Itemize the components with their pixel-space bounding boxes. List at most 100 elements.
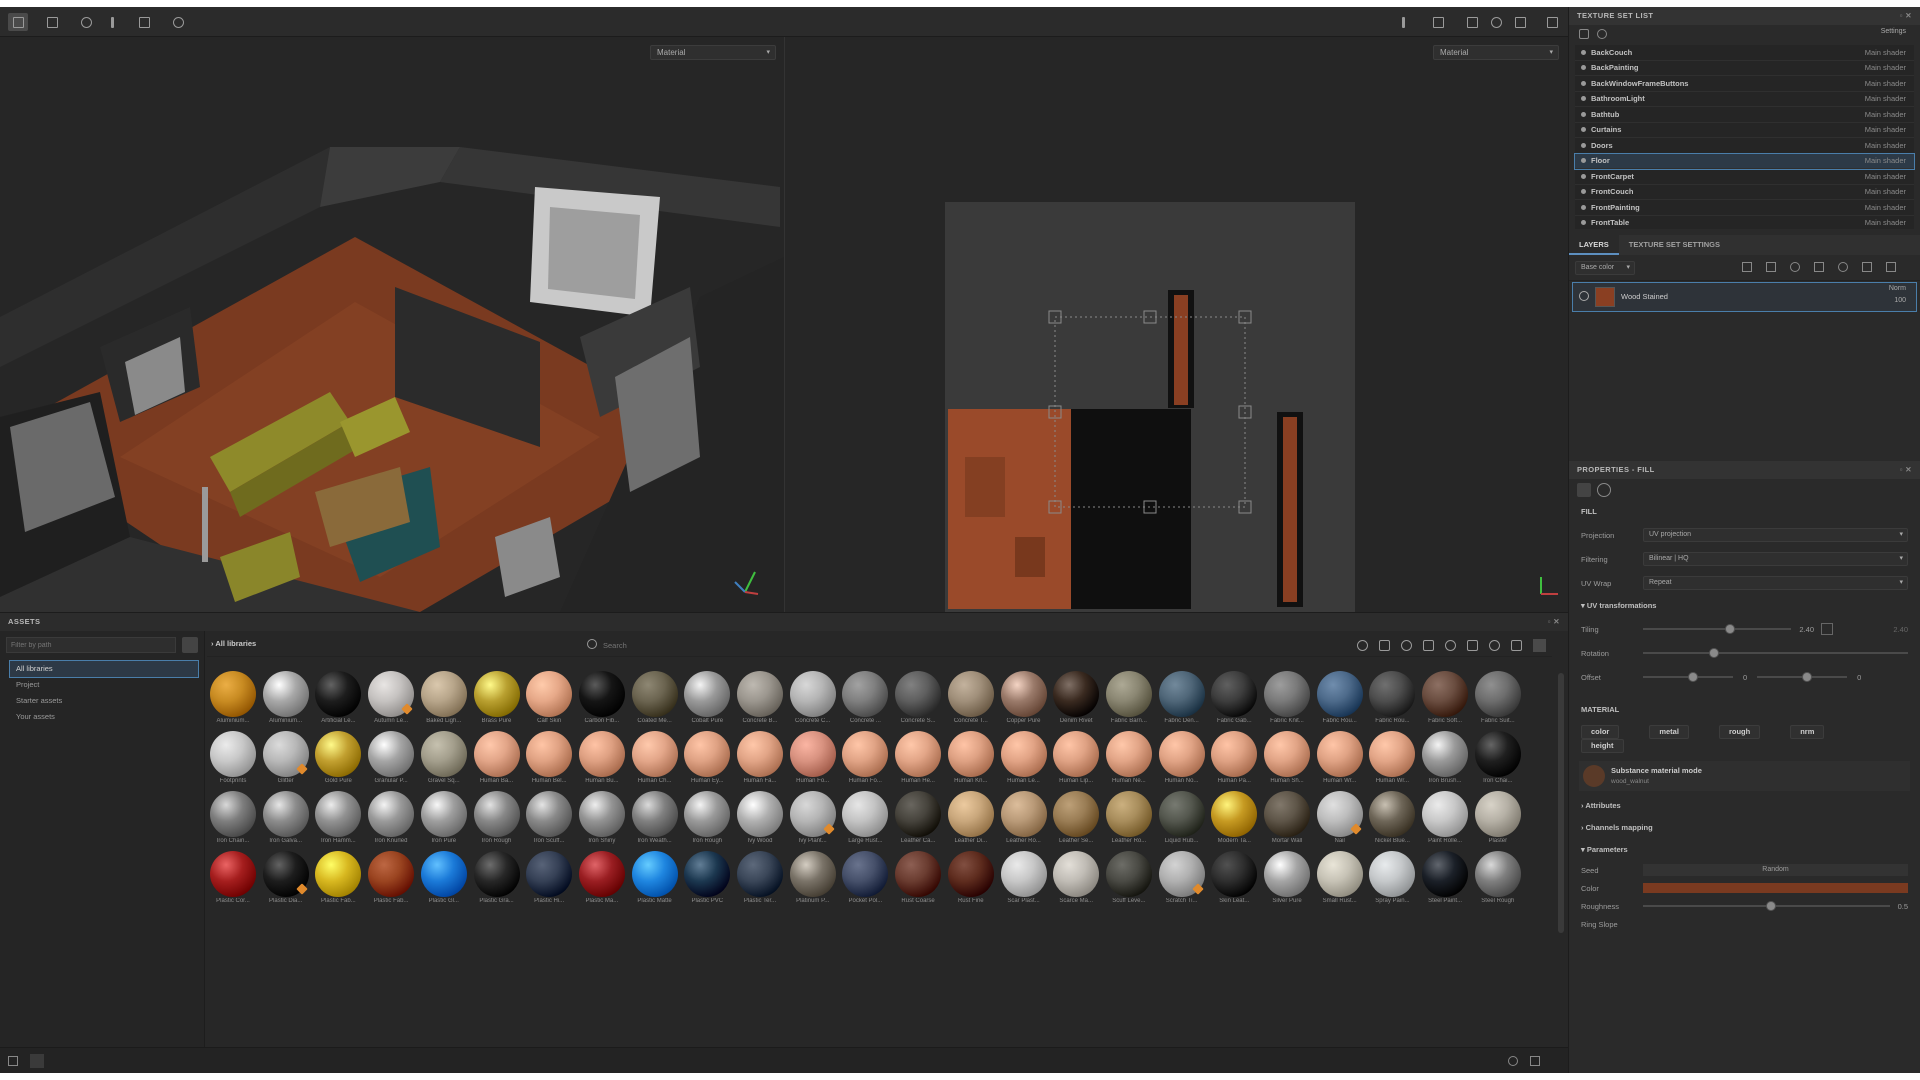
visibility-icon[interactable] [1581, 204, 1586, 210]
asset-thumbnail[interactable]: Liquid Rub... [1156, 789, 1208, 849]
asset-thumbnail[interactable]: Iron Knurled [365, 789, 417, 849]
asset-thumbnail[interactable]: Human Sh... [1261, 729, 1313, 789]
texture-set-shader[interactable]: Main shader [1865, 156, 1906, 165]
asset-thumbnail[interactable]: Rust Fine [945, 849, 997, 909]
asset-thumbnail[interactable]: Aluminium... [260, 669, 312, 729]
library-item[interactable]: Starter assets [0, 693, 204, 709]
asset-thumbnail[interactable]: Spray Pain... [1366, 849, 1418, 909]
color-swatch[interactable] [1643, 883, 1908, 893]
visibility-icon[interactable] [1581, 158, 1586, 164]
texture-set-shader[interactable]: Main shader [1865, 63, 1906, 72]
layer-wood-stained[interactable]: Wood Stained Norm 100 [1572, 282, 1917, 312]
panel-close-icon[interactable]: ▫ ✕ [1900, 7, 1912, 25]
notification-icon[interactable] [1530, 1056, 1540, 1066]
asset-thumbnail[interactable]: Plastic Hi... [523, 849, 575, 909]
asset-thumbnail[interactable]: Plastic Ter... [734, 849, 786, 909]
substance-material-slot[interactable]: Substance material mode wood_walnut [1579, 761, 1910, 791]
channel-rough-button[interactable]: rough [1718, 725, 1761, 739]
filter-masks-icon[interactable] [1423, 640, 1434, 651]
export-icon[interactable] [134, 13, 154, 31]
tab-layers[interactable]: LAYERS [1569, 235, 1619, 255]
filter-input[interactable] [6, 637, 176, 653]
camera-icon[interactable] [76, 13, 96, 31]
asset-thumbnail[interactable]: Plastic Cor... [207, 849, 259, 909]
asset-thumbnail[interactable]: Steel Rough [1472, 849, 1524, 909]
asset-thumbnail[interactable]: Concrete C... [787, 669, 839, 729]
asset-thumbnail[interactable]: Human No... [1156, 729, 1208, 789]
panel-close-icon[interactable]: ▫ ✕ [1548, 613, 1560, 631]
filter-grid-icon[interactable] [1511, 640, 1522, 651]
add-folder-icon[interactable] [1862, 262, 1872, 272]
delete-layer-icon[interactable] [1886, 262, 1896, 272]
view-mode-icon[interactable] [1533, 639, 1546, 652]
channel-metal-button[interactable]: metal [1649, 725, 1689, 739]
asset-thumbnail[interactable]: Iron Chain... [207, 789, 259, 849]
tiling-value[interactable]: 2.40 [1799, 625, 1817, 634]
asset-thumbnail[interactable]: Human Lip... [1050, 729, 1102, 789]
visibility-icon[interactable] [1581, 80, 1586, 86]
texture-set-row[interactable]: FrontPainting Main shader [1575, 200, 1914, 216]
filter-materials-icon[interactable] [1357, 640, 1368, 651]
texture-set-row[interactable]: Doors Main shader [1575, 138, 1914, 154]
asset-thumbnail[interactable]: Aluminium... [207, 669, 259, 729]
eye-icon[interactable] [1579, 291, 1589, 301]
asset-thumbnail[interactable]: Paint Rolle... [1419, 789, 1471, 849]
texture-set-row[interactable]: BackPainting Main shader [1575, 60, 1914, 76]
property-select[interactable]: UV projection ▾ [1643, 528, 1908, 542]
asset-thumbnail[interactable]: Mortar Wall [1261, 789, 1313, 849]
properties-fill-icon[interactable] [1577, 483, 1591, 497]
asset-thumbnail[interactable]: Iron Brush... [1419, 729, 1471, 789]
asset-thumbnail[interactable]: Iron Rough [471, 789, 523, 849]
visibility-icon[interactable] [1581, 173, 1586, 179]
channel-color-button[interactable]: color [1581, 725, 1620, 739]
asset-thumbnail[interactable]: Iron Scuff... [523, 789, 575, 849]
light-icon[interactable] [1486, 13, 1506, 31]
texture-set-row[interactable]: Floor Main shader [1574, 152, 1915, 170]
layer-opacity[interactable]: 100 [1894, 297, 1906, 304]
asset-thumbnail[interactable]: Human Fo... [839, 729, 891, 789]
transform-icon[interactable] [1393, 13, 1413, 31]
asset-thumbnail[interactable]: Human Ey... [681, 729, 733, 789]
visibility-icon[interactable] [1581, 111, 1586, 117]
tab-texture-set-settings[interactable]: TEXTURE SET SETTINGS [1619, 235, 1730, 255]
asset-thumbnail[interactable]: Leather Ro... [1103, 789, 1155, 849]
cache-icon[interactable] [1508, 1056, 1518, 1066]
visibility-icon[interactable] [1581, 142, 1586, 148]
texture-set-filter-icon[interactable] [1597, 29, 1607, 39]
property-select[interactable]: Bilinear | HQ ▾ [1643, 552, 1908, 566]
assets-scrollbar[interactable] [1558, 673, 1564, 933]
texture-set-row[interactable]: FrontCarpet Main shader [1575, 169, 1914, 185]
texture-set-shader[interactable]: Main shader [1865, 172, 1906, 181]
shelf-icon[interactable] [30, 1054, 44, 1068]
asset-thumbnail[interactable]: Modern Ta... [1208, 789, 1260, 849]
asset-thumbnail[interactable]: Cobalt Pure [681, 669, 733, 729]
add-effect-icon[interactable] [1766, 262, 1776, 272]
asset-thumbnail[interactable]: Iron Galva... [260, 789, 312, 849]
asset-thumbnail[interactable]: Carbon Fib... [576, 669, 628, 729]
library-item[interactable]: Your assets [0, 709, 204, 725]
asset-thumbnail[interactable]: Human Le... [998, 729, 1050, 789]
texture-set-shader[interactable]: Main shader [1865, 79, 1906, 88]
rotation-slider[interactable] [1643, 648, 1908, 658]
asset-thumbnail[interactable]: Human Ba... [471, 729, 523, 789]
camera-settings-icon[interactable] [1462, 13, 1482, 31]
layer-blend-mode[interactable]: Norm [1889, 285, 1906, 292]
asset-thumbnail[interactable]: Ivy Wood [734, 789, 786, 849]
asset-thumbnail[interactable]: Human He... [892, 729, 944, 789]
asset-thumbnail[interactable]: Iron Pure [418, 789, 470, 849]
asset-thumbnail[interactable]: Pocket Pol... [839, 849, 891, 909]
screenshot-icon[interactable] [1542, 13, 1562, 31]
property-select[interactable]: Repeat ▾ [1643, 576, 1908, 590]
texture-set-shader[interactable]: Main shader [1865, 125, 1906, 134]
add-smart-material-icon[interactable] [1838, 262, 1848, 272]
asset-thumbnail[interactable]: Plastic Ma... [576, 849, 628, 909]
texture-set-row[interactable]: FrontTable Main shader [1575, 215, 1914, 229]
asset-thumbnail[interactable]: Calf Skin [523, 669, 575, 729]
asset-thumbnail[interactable]: Silver Pure [1261, 849, 1313, 909]
asset-thumbnail[interactable]: Plastic Gra... [471, 849, 523, 909]
asset-thumbnail[interactable]: Glitter [260, 729, 312, 789]
roughness-slider[interactable] [1643, 901, 1890, 911]
properties-material-icon[interactable] [1597, 483, 1611, 497]
asset-thumbnail[interactable]: Human Ch... [629, 729, 681, 789]
asset-thumbnail[interactable]: Leather Ca... [892, 789, 944, 849]
